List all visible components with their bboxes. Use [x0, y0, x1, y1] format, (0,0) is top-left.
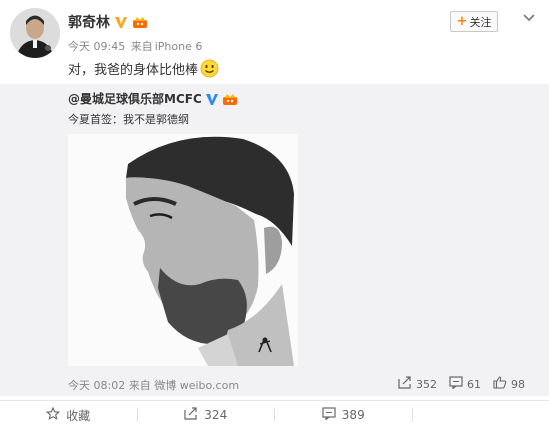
avatar[interactable]: [10, 8, 60, 58]
user-nickname-row: 郭奇林: [68, 12, 148, 32]
repost-photo[interactable]: [68, 134, 298, 366]
favorite-button[interactable]: 收藏: [0, 401, 137, 429]
repost-button[interactable]: 324: [138, 401, 275, 429]
smile-emoji-icon: [200, 59, 219, 78]
repost-stats: 352 61 98: [398, 376, 525, 392]
comment-count: 61: [467, 377, 481, 391]
repost-text: 今夏首签：我不是郭德纲: [68, 113, 189, 126]
repost-author[interactable]: @曼城足球俱乐部MCFC: [68, 90, 202, 107]
post-meta: 今天 09:45 来自 iPhone 6: [68, 38, 204, 54]
post-source: iPhone 6: [154, 40, 203, 53]
action-bar: 收藏 324 389: [0, 400, 549, 429]
comment-icon: [322, 407, 336, 423]
post-time[interactable]: 今天 09:45: [68, 40, 125, 53]
repost-author-row: @曼城足球俱乐部MCFC: [68, 90, 238, 107]
repost-count: 352: [416, 377, 437, 391]
repost-icon: [398, 376, 412, 392]
repost-meta: 今天 08:02 来自 微博 weibo.com: [68, 377, 239, 393]
thumb-up-icon: [493, 376, 507, 392]
chevron-down-icon[interactable]: [522, 10, 536, 24]
user-nickname[interactable]: 郭奇林: [68, 12, 110, 32]
comment-total: 389: [341, 408, 365, 422]
crown-icon: [222, 92, 238, 106]
repost-time[interactable]: 今天 08:02: [68, 379, 125, 392]
verified-v-icon: [205, 92, 219, 106]
repost-box: @曼城足球俱乐部MCFC 今夏首签：我不是郭德纲 今天 08:02 来自 微博 …: [0, 84, 549, 396]
weibo-card: 郭奇林 今天 09:45 来自iPhone 6 + 关注 对，我爸的身体比他棒: [0, 0, 549, 429]
post-text-content: 对，我爸的身体比他棒: [68, 63, 199, 78]
avatar-image: [10, 8, 60, 58]
plus-icon: +: [456, 14, 468, 29]
post-text: 对，我爸的身体比他棒: [68, 59, 219, 78]
comment-count-button[interactable]: 61: [449, 376, 481, 392]
follow-label: 关注: [469, 15, 492, 29]
repost-source-prefix: 来自: [128, 379, 151, 392]
like-count: 98: [511, 377, 525, 391]
source-prefix: 来自: [130, 40, 153, 53]
comment-icon: [449, 376, 463, 392]
repost-count-button[interactable]: 352: [398, 376, 437, 392]
repost-icon: [184, 407, 198, 423]
crown-icon: [132, 15, 148, 29]
repost-total: 324: [204, 408, 228, 422]
portrait-image: [68, 134, 298, 366]
verified-v-icon: [114, 15, 128, 29]
star-icon: [46, 406, 61, 423]
favorite-label: 收藏: [66, 408, 91, 423]
like-count-button[interactable]: 98: [493, 376, 525, 392]
empty-action-slot: [413, 401, 549, 429]
follow-button[interactable]: + 关注: [450, 11, 498, 32]
repost-source: 微博 weibo.com: [154, 379, 240, 392]
comment-button[interactable]: 389: [275, 401, 412, 429]
